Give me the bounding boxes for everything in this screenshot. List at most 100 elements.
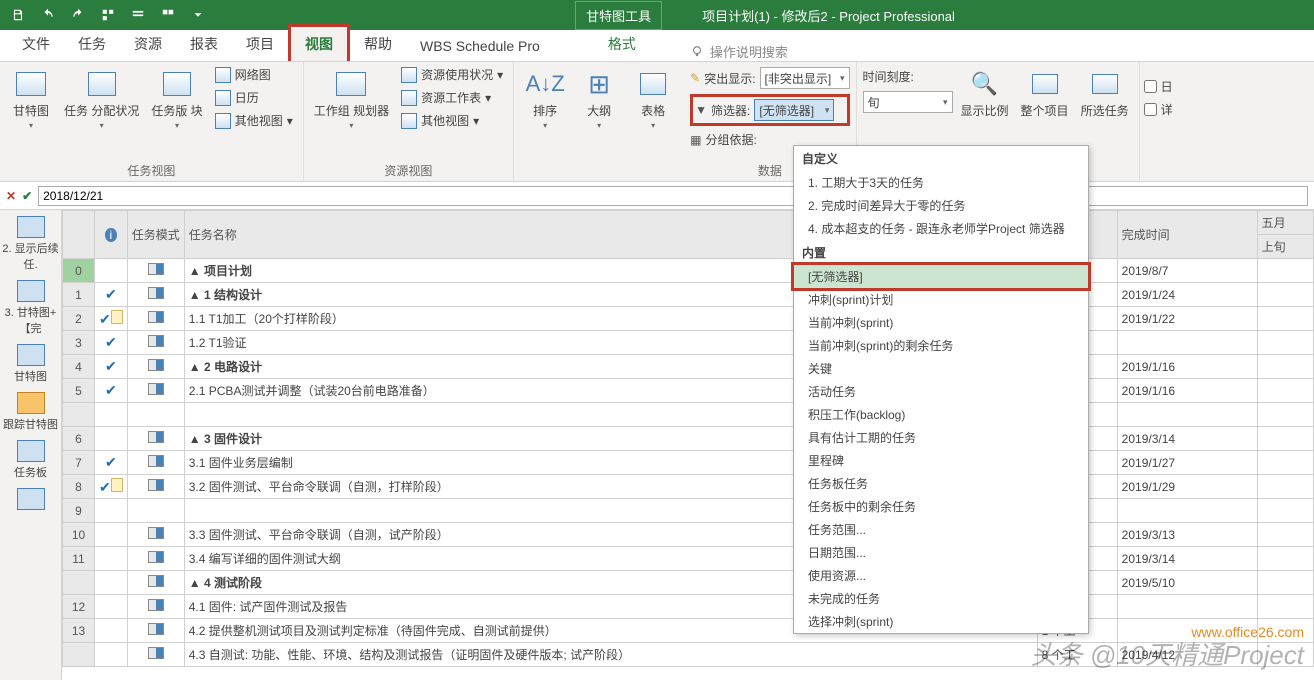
cell-gantt[interactable] — [1257, 475, 1313, 499]
check-details[interactable]: 详 — [1144, 101, 1173, 118]
cell-finish[interactable] — [1117, 595, 1257, 619]
row-header[interactable]: 1 — [63, 283, 95, 307]
dropdown-item[interactable]: 当前冲刺(sprint)的剩余任务 — [794, 334, 1088, 357]
cell-info[interactable] — [95, 403, 128, 427]
cell-info[interactable] — [95, 499, 128, 523]
table-row[interactable]: 11 3.4 编写详细的固件测试大纲1 个工2019/3/14 — [63, 547, 1314, 571]
cell-gantt[interactable] — [1257, 451, 1313, 475]
cancel-icon[interactable]: ✕ — [6, 189, 16, 203]
cell-gantt[interactable] — [1257, 499, 1313, 523]
row-header[interactable]: 7 — [63, 451, 95, 475]
highlight-combo[interactable]: [非突出显示]▾ — [760, 67, 850, 89]
qat-btn3[interactable] — [154, 1, 182, 29]
dropdown-item[interactable]: 积压工作(backlog) — [794, 403, 1088, 426]
undo-icon[interactable] — [34, 1, 62, 29]
cell-gantt[interactable] — [1257, 283, 1313, 307]
cell-finish[interactable]: 2019/1/29 — [1117, 475, 1257, 499]
other-views-button[interactable]: 其他视图 ▾ — [211, 110, 297, 131]
cell-mode[interactable] — [127, 403, 184, 427]
cell-info[interactable] — [95, 571, 128, 595]
cell-mode[interactable] — [127, 499, 184, 523]
tab-wbs[interactable]: WBS Schedule Pro — [406, 31, 554, 61]
viewbar-item[interactable]: 甘特图 — [14, 344, 47, 384]
cell-finish[interactable]: 2019/1/27 — [1117, 451, 1257, 475]
entire-project-button[interactable]: 整个项目 — [1017, 64, 1073, 123]
row-header[interactable]: 0 — [63, 259, 95, 283]
row-header[interactable]: 9 — [63, 499, 95, 523]
cell-gantt[interactable] — [1257, 307, 1313, 331]
filter-dropdown[interactable]: 自定义 1. 工期大于3天的任务2. 完成时间差异大于零的任务4. 成本超支的任… — [793, 145, 1089, 634]
cell-finish[interactable]: 2019/1/16 — [1117, 355, 1257, 379]
cell-mode[interactable] — [127, 379, 184, 403]
cell-finish[interactable] — [1117, 499, 1257, 523]
task-usage-button[interactable]: 任务 分配状况▾ — [60, 64, 143, 134]
cell-gantt[interactable] — [1257, 427, 1313, 451]
filter-combo[interactable]: [无筛选器]▾ — [754, 99, 834, 121]
dropdown-item-selected[interactable]: [无筛选器] — [791, 262, 1091, 291]
tab-report[interactable]: 报表 — [176, 27, 232, 61]
tab-file[interactable]: 文件 — [8, 27, 64, 61]
qat-btn2[interactable] — [124, 1, 152, 29]
check-timeline[interactable]: 日 — [1144, 78, 1173, 95]
table-row[interactable]: ▲ 4 测试阶段39 个2019/5/10 — [63, 571, 1314, 595]
cell-finish[interactable]: 2019/1/22 — [1117, 307, 1257, 331]
cell-info[interactable] — [95, 643, 128, 667]
dropdown-item[interactable]: 具有估计工期的任务 — [794, 426, 1088, 449]
table-row[interactable]: 0▲ 项目计划153 个2019/8/7 — [63, 259, 1314, 283]
dropdown-item[interactable]: 关键 — [794, 357, 1088, 380]
cell-gantt[interactable] — [1257, 523, 1313, 547]
network-diagram-button[interactable]: 网络图 — [211, 64, 297, 85]
team-planner-button[interactable]: 工作组 规划器▾ — [310, 64, 393, 134]
cell-mode[interactable] — [127, 643, 184, 667]
cell-finish[interactable]: 2019/3/13 — [1117, 523, 1257, 547]
row-header[interactable]: 13 — [63, 619, 95, 643]
row-header[interactable] — [63, 571, 95, 595]
col-timescale-top[interactable]: 五月 — [1257, 211, 1313, 235]
dropdown-item[interactable]: 里程碑 — [794, 449, 1088, 472]
col-mode[interactable]: 任务模式 — [127, 211, 184, 259]
table-row[interactable]: 7✔ 3.1 固件业务层编制12 个工2019/1/27 — [63, 451, 1314, 475]
dropdown-item[interactable]: 1. 工期大于3天的任务 — [794, 171, 1088, 194]
cell-info[interactable]: ✔ — [95, 307, 128, 331]
resource-usage-button[interactable]: 资源使用状况 ▾ — [397, 64, 507, 85]
cell-mode[interactable] — [127, 523, 184, 547]
cell-mode[interactable] — [127, 595, 184, 619]
cell-mode[interactable] — [127, 355, 184, 379]
row-header[interactable]: 4 — [63, 355, 95, 379]
cell-info[interactable]: ✔ — [95, 451, 128, 475]
cell-mode[interactable] — [127, 331, 184, 355]
cell-finish[interactable]: 2019/3/14 — [1117, 547, 1257, 571]
cell-mode[interactable] — [127, 259, 184, 283]
other-res-views-button[interactable]: 其他视图 ▾ — [397, 110, 507, 131]
table-row[interactable] — [63, 403, 1314, 427]
row-header[interactable] — [63, 643, 95, 667]
dropdown-item[interactable]: 任务板任务 — [794, 472, 1088, 495]
col-timescale-bottom[interactable]: 上旬 — [1257, 235, 1313, 259]
cell-gantt[interactable] — [1257, 571, 1313, 595]
table-row[interactable]: 4.3 自测试: 功能、性能、环境、结构及测试报告（证明固件及硬件版本; 试产阶… — [63, 643, 1314, 667]
cell-mode[interactable] — [127, 619, 184, 643]
cell-mode[interactable] — [127, 451, 184, 475]
dropdown-item[interactable]: 任务范围... — [794, 518, 1088, 541]
tab-help[interactable]: 帮助 — [350, 27, 406, 61]
cell-name[interactable]: 4.3 自测试: 功能、性能、环境、结构及测试报告（证明固件及硬件版本; 试产阶… — [184, 643, 1037, 667]
sort-button[interactable]: A↓Z排序▾ — [520, 64, 570, 134]
dropdown-item[interactable]: 选择冲刺(sprint) — [794, 610, 1088, 633]
tab-view[interactable]: 视图 — [288, 24, 350, 61]
accept-icon[interactable]: ✔ — [22, 189, 32, 203]
cell-finish[interactable]: 2019/1/16 — [1117, 379, 1257, 403]
col-finish[interactable]: 完成时间 — [1117, 211, 1257, 259]
cell-gantt[interactable] — [1257, 547, 1313, 571]
cell-info[interactable]: ✔ — [95, 475, 128, 499]
cell-info[interactable]: ✔ — [95, 355, 128, 379]
row-header[interactable]: 3 — [63, 331, 95, 355]
zoom-button[interactable]: 🔍显示比例 — [957, 64, 1013, 123]
row-header[interactable]: 11 — [63, 547, 95, 571]
cell-mode[interactable] — [127, 571, 184, 595]
cell-info[interactable] — [95, 547, 128, 571]
dropdown-item[interactable]: 冲刺(sprint)计划 — [794, 288, 1088, 311]
cell-gantt[interactable] — [1257, 619, 1313, 643]
calendar-button[interactable]: 日历 — [211, 87, 297, 108]
outline-button[interactable]: ⊞大纲▾ — [574, 64, 624, 134]
viewbar-item[interactable]: 2. 显示后续任. — [0, 216, 61, 272]
